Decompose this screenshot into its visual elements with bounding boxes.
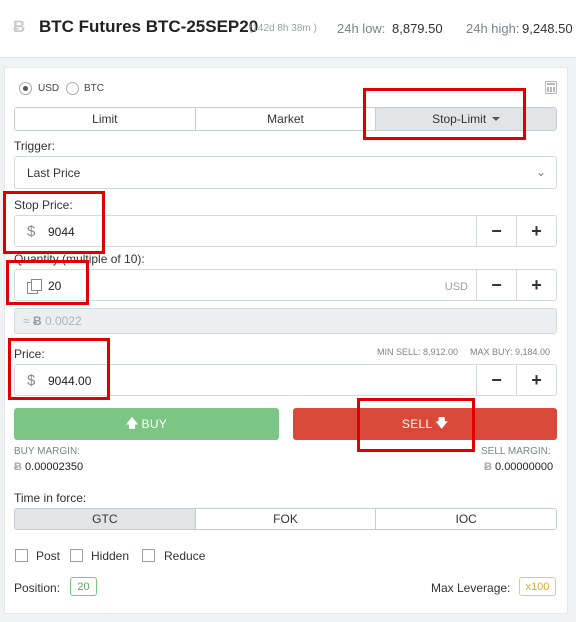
bitcoin-icon: Ƀ xyxy=(484,461,492,473)
reduce-label: Reduce xyxy=(164,549,206,563)
calculator-icon[interactable] xyxy=(545,81,557,94)
buy-margin-label: BUY MARGIN: xyxy=(14,446,80,457)
price-decrement-button[interactable]: − xyxy=(476,365,516,395)
price-increment-button[interactable]: + xyxy=(516,365,556,395)
buy-button[interactable]: 🡅 BUY xyxy=(14,408,279,440)
hidden-checkbox[interactable] xyxy=(70,549,83,562)
expiry-countdown: (142d 8h 38m ) xyxy=(249,23,317,34)
low-label: 24h low: xyxy=(337,21,386,36)
page-title: BTC Futures BTC-25SEP20 xyxy=(39,17,259,36)
highlight-box xyxy=(363,88,526,140)
currency-label-usd: USD xyxy=(38,83,60,94)
highlight-box xyxy=(357,398,475,452)
trigger-label: Trigger: xyxy=(14,139,55,153)
buy-margin-value: 0.00002350 xyxy=(25,461,84,473)
arrow-up-icon: 🡅 xyxy=(125,415,139,430)
high-label: 24h high: xyxy=(466,21,520,36)
currency-radio-usd[interactable] xyxy=(19,82,32,95)
tif-ioc[interactable]: IOC xyxy=(376,509,556,529)
post-checkbox[interactable] xyxy=(15,549,28,562)
leverage-label: Max Leverage: xyxy=(431,581,511,595)
highlight-box xyxy=(6,260,89,305)
low-value: 8,879.50 xyxy=(392,21,443,36)
currency-label-btc: BTC xyxy=(84,83,104,94)
highlight-box xyxy=(3,191,105,254)
leverage-badge: x100 xyxy=(519,577,556,596)
btc-equivalent-value: 0.0022 xyxy=(44,314,82,328)
post-label: Post xyxy=(36,549,61,563)
bitcoin-icon: Ƀ xyxy=(14,461,22,473)
btc-equivalent-field: ≈ Ƀ 0.0022 xyxy=(14,308,557,334)
hidden-label: Hidden xyxy=(91,549,130,563)
trigger-select[interactable]: Last Price ⌄ xyxy=(14,156,557,189)
trigger-value: Last Price xyxy=(27,165,81,180)
tif-fok[interactable]: FOK xyxy=(195,509,377,529)
time-in-force-label: Time in force: xyxy=(14,491,87,505)
buy-margin: Ƀ 0.00002350 xyxy=(14,461,83,473)
buy-label: BUY xyxy=(141,417,168,431)
position-label: Position: xyxy=(14,581,61,595)
sell-margin: Ƀ 0.00000000 xyxy=(484,461,553,473)
reduce-checkbox[interactable] xyxy=(142,549,155,562)
tab-market[interactable]: Market xyxy=(195,108,377,130)
stop-price-increment-button[interactable]: + xyxy=(516,216,556,246)
tif-gtc[interactable]: GTC xyxy=(15,509,196,529)
highlight-box xyxy=(8,338,110,400)
currency-radio-btc[interactable] xyxy=(66,82,79,95)
sell-margin-value: 0.00000000 xyxy=(495,461,554,473)
quantity-increment-button[interactable]: + xyxy=(516,270,556,300)
position-badge: 20 xyxy=(70,577,97,596)
chevron-down-icon: ⌄ xyxy=(535,165,546,179)
stop-price-decrement-button[interactable]: − xyxy=(476,216,516,246)
header: Ƀ BTC Futures BTC-25SEP20 (142d 8h 38m )… xyxy=(0,0,576,58)
bitcoin-logo-icon: Ƀ xyxy=(13,17,26,36)
quantity-row: 20 USD − + xyxy=(14,269,557,301)
approx-sign: ≈ xyxy=(23,314,30,328)
quantity-unit: USD xyxy=(444,281,468,293)
high-value: 9,248.50 xyxy=(522,21,573,36)
time-in-force-tabs: GTC FOK IOC xyxy=(14,508,557,530)
min-sell: MIN SELL: 8,912.00 xyxy=(377,347,459,357)
quantity-decrement-button[interactable]: − xyxy=(476,270,516,300)
sell-margin-label: SELL MARGIN: xyxy=(481,446,551,457)
max-buy: MAX BUY: 9,184.00 xyxy=(470,347,551,357)
bitcoin-icon: Ƀ xyxy=(32,314,42,328)
tab-limit[interactable]: Limit xyxy=(15,108,196,130)
